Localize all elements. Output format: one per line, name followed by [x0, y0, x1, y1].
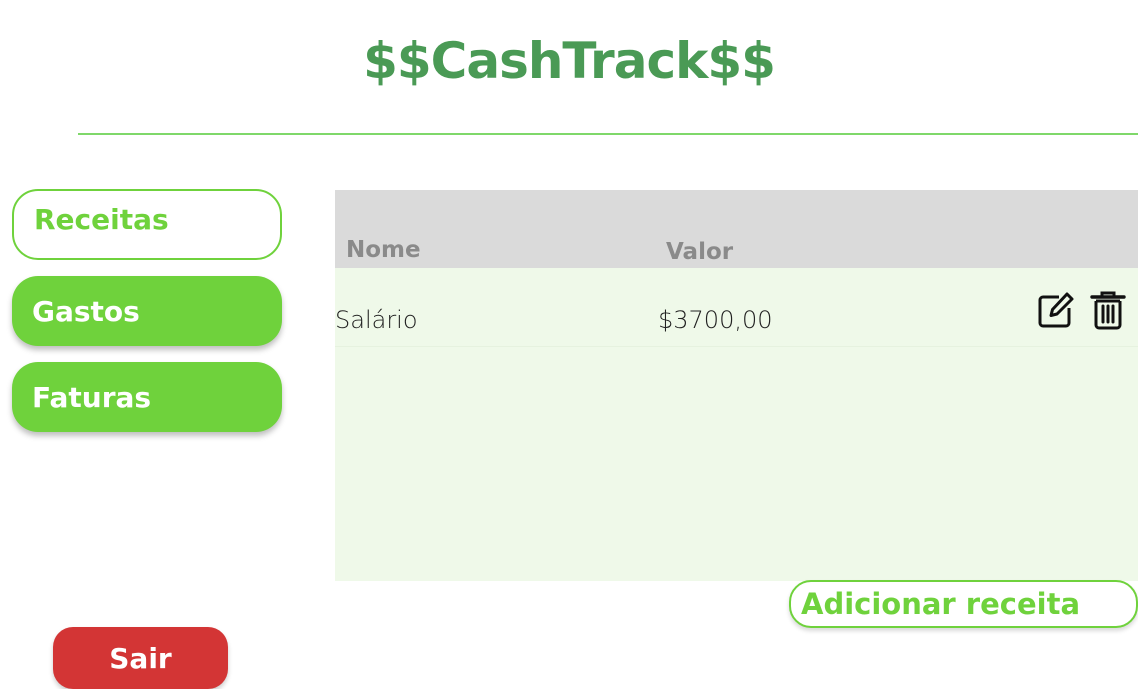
add-receita-button[interactable]: Adicionar receita — [789, 580, 1138, 628]
app-title: $$CashTrack$$ — [363, 32, 776, 90]
column-header-valor: Valor — [666, 239, 734, 265]
header-divider — [78, 133, 1138, 135]
nav-receitas-label: Receitas — [34, 203, 169, 236]
edit-icon[interactable] — [1036, 289, 1076, 331]
table-row: Salário $3700,00 — [335, 270, 1138, 347]
column-header-nome: Nome — [346, 237, 421, 263]
nav-gastos-button[interactable]: Gastos — [12, 276, 282, 346]
receitas-table: Nome Valor Salário $3700,00 — [335, 190, 1138, 581]
nav-faturas-label: Faturas — [32, 380, 152, 414]
nav-faturas-button[interactable]: Faturas — [12, 362, 282, 432]
cell-nome: Salário — [335, 306, 418, 334]
logout-button[interactable]: Sair — [53, 627, 228, 689]
nav-receitas-button[interactable]: Receitas — [12, 189, 282, 260]
page: $$CashTrack$$ Receitas Gastos Faturas No… — [0, 0, 1138, 689]
nav-gastos-label: Gastos — [32, 294, 140, 328]
cell-valor: $3700,00 — [658, 306, 773, 334]
trash-icon[interactable] — [1088, 289, 1128, 331]
table-header: Nome Valor — [335, 190, 1138, 268]
